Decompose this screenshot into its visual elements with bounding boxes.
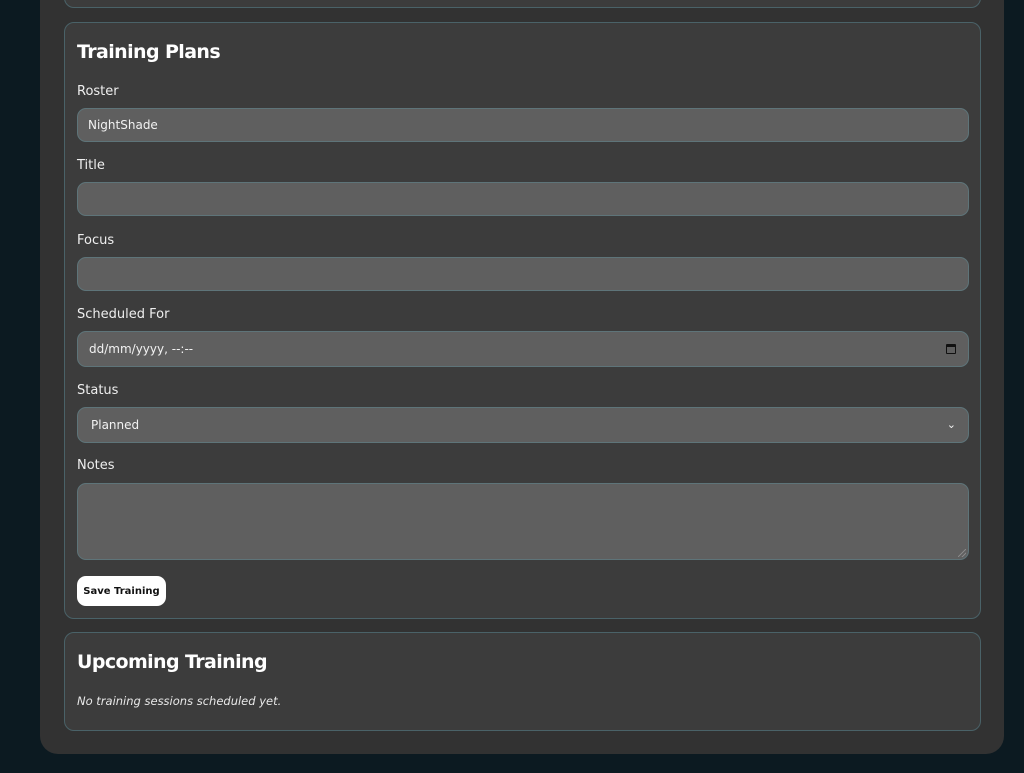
training-plans-card: Training Plans Roster NightShade Title F… — [64, 22, 981, 619]
notes-label: Notes — [77, 458, 115, 473]
status-select[interactable]: Planned ⌄ — [77, 407, 969, 443]
resize-handle-icon[interactable] — [958, 549, 966, 557]
empty-state-text: No training sessions scheduled yet. — [77, 694, 282, 708]
status-label: Status — [77, 383, 119, 398]
scheduled-for-placeholder: dd/mm/yyyy, --:-- — [89, 342, 194, 356]
notes-textarea[interactable] — [77, 483, 969, 560]
chevron-down-icon: ⌄ — [946, 418, 956, 431]
title-input[interactable] — [77, 182, 969, 216]
scheduled-for-label: Scheduled For — [77, 307, 170, 322]
scheduled-for-input[interactable]: dd/mm/yyyy, --:-- — [77, 331, 969, 367]
roster-value: NightShade — [88, 118, 158, 132]
roster-field[interactable]: NightShade — [77, 108, 969, 142]
upcoming-training-title: Upcoming Training — [77, 651, 268, 673]
title-label: Title — [77, 158, 105, 173]
focus-label: Focus — [77, 233, 115, 248]
calendar-icon[interactable] — [946, 344, 956, 354]
save-training-button[interactable]: Save Training — [77, 576, 166, 606]
training-plans-title: Training Plans — [77, 41, 221, 63]
status-selected: Planned — [91, 418, 140, 432]
roster-label: Roster — [77, 84, 119, 99]
focus-input[interactable] — [77, 257, 969, 291]
upcoming-training-card: Upcoming Training No training sessions s… — [64, 632, 981, 731]
previous-card — [64, 0, 981, 8]
